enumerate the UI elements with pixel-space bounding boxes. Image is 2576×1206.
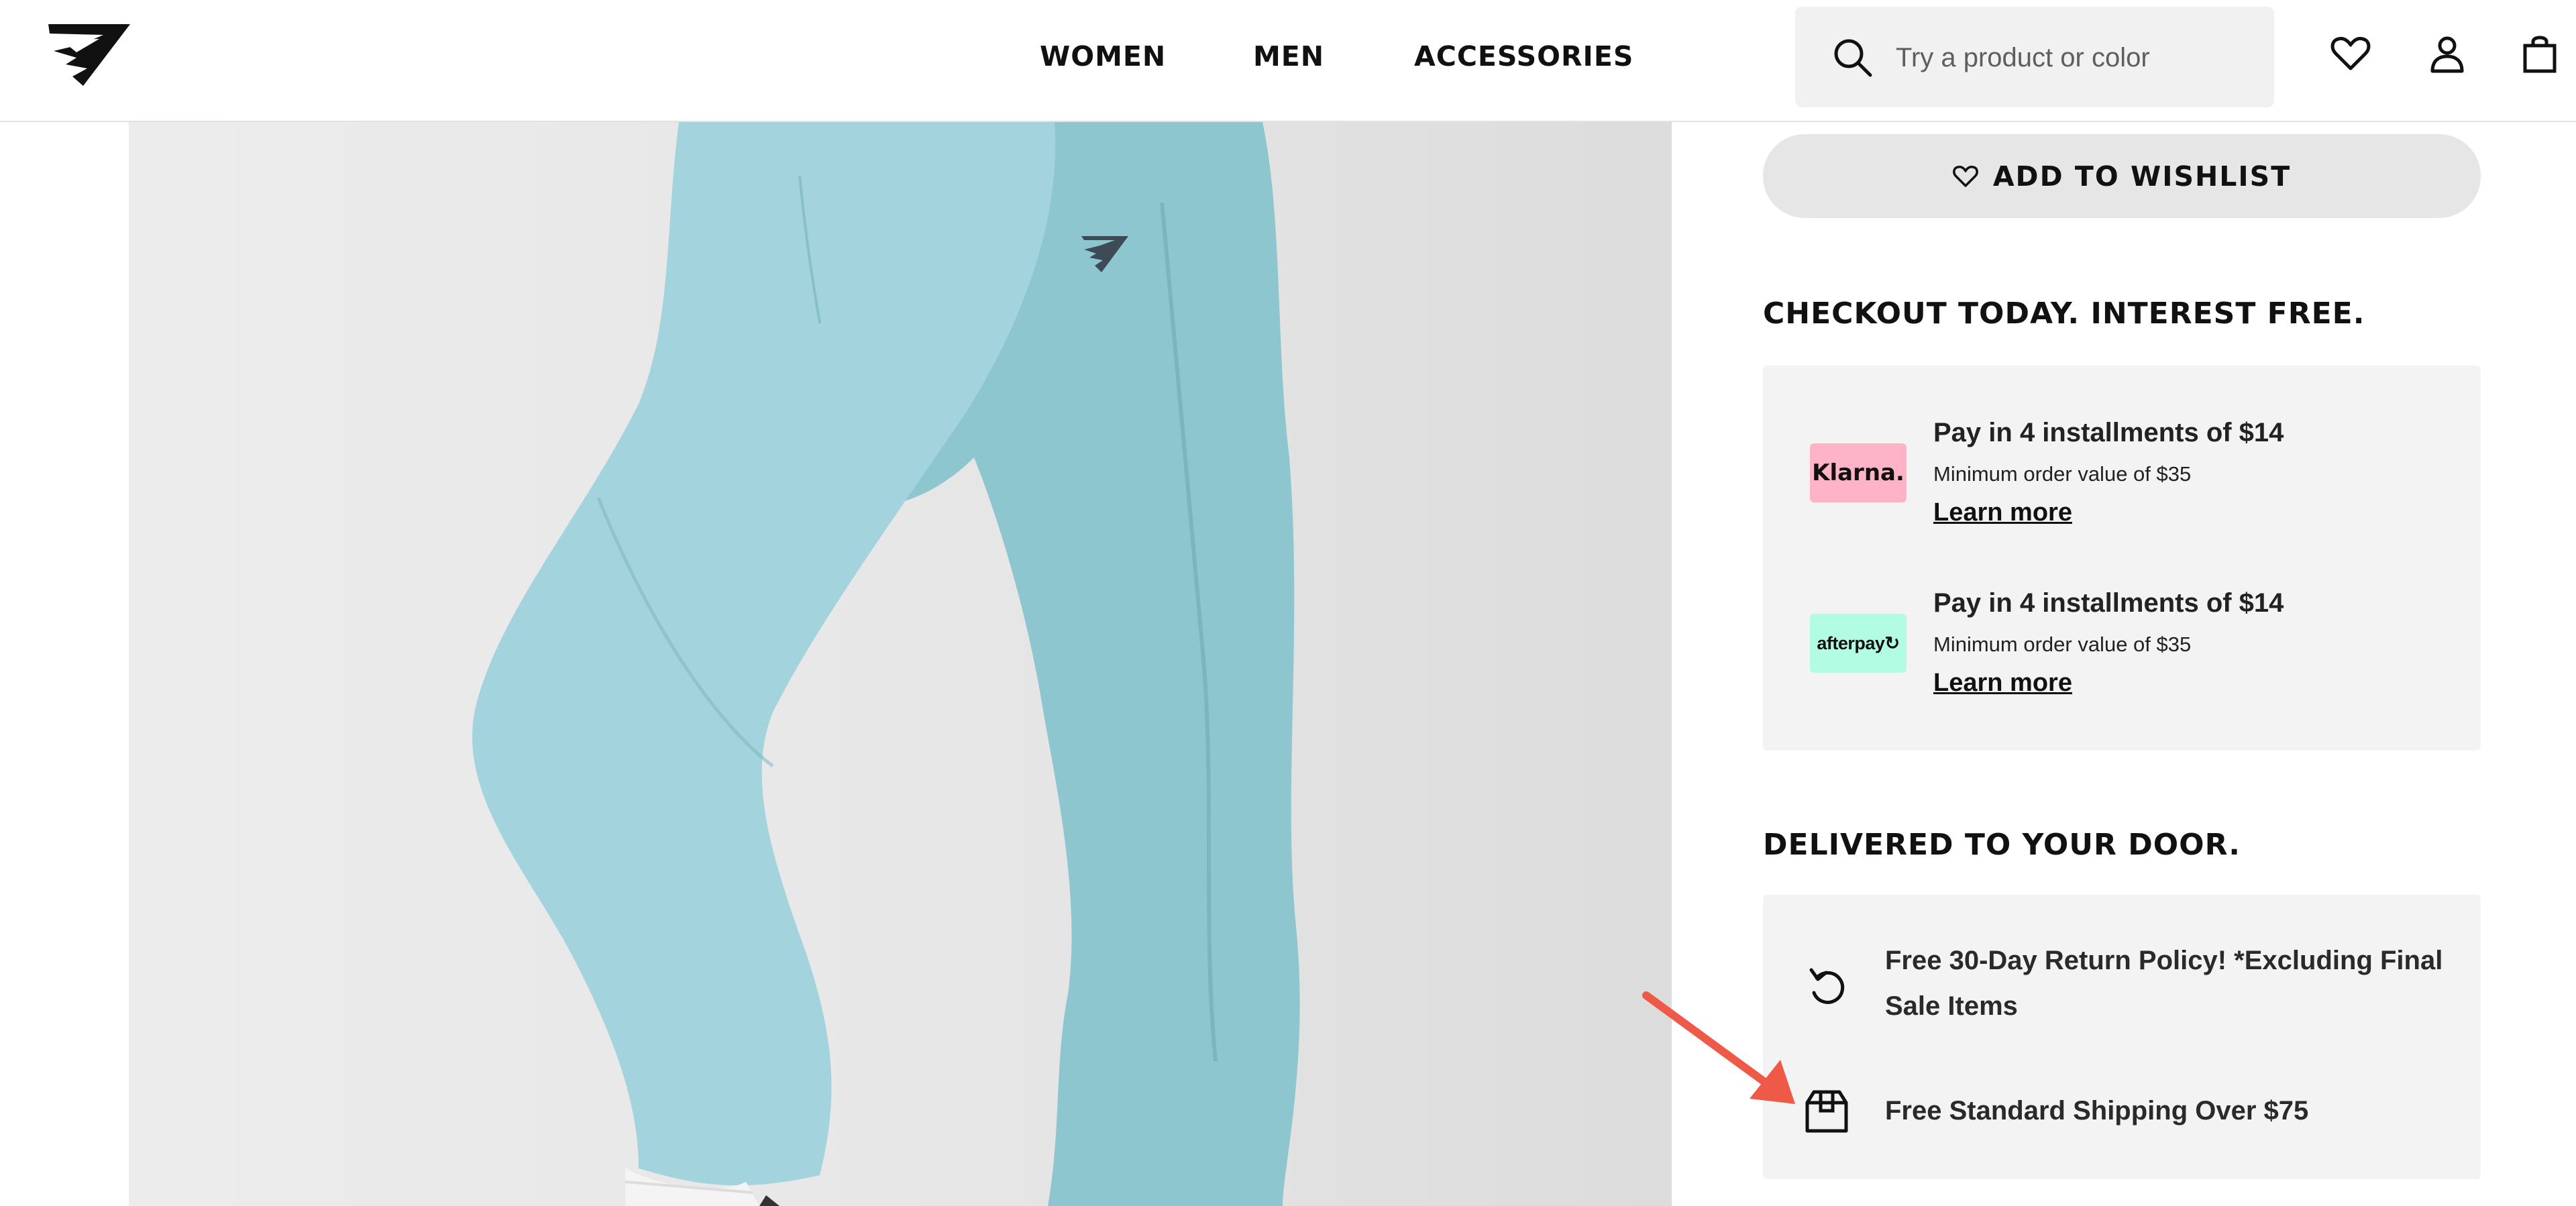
payment-minimum: Minimum order value of $35: [1933, 633, 2192, 656]
return-policy-text: Free 30-Day Return Policy! *Excluding Fi…: [1885, 946, 2443, 1021]
payment-title: Pay in 4 installments of $14: [1933, 588, 2284, 618]
afterpay-logo: afterpay ↻: [1810, 614, 1907, 673]
site-header: WOMEN MEN ACCESSORIES: [0, 0, 2576, 122]
search-box[interactable]: [1795, 7, 2274, 107]
payment-option-klarna: Klarna. Pay in 4 installments of $14 Min…: [1763, 406, 2481, 533]
heart-icon[interactable]: [2330, 34, 2371, 74]
joggers-photo: [472, 122, 1300, 1206]
wishlist-label: ADD TO WISHLIST: [1992, 160, 2292, 193]
payment-title: Pay in 4 installments of $14: [1933, 418, 2284, 447]
payment-minimum: Minimum order value of $35: [1933, 462, 2192, 486]
nav-accessories[interactable]: ACCESSORIES: [1414, 40, 1633, 72]
checkout-title: CHECKOUT TODAY. INTEREST FREE.: [1763, 296, 2365, 331]
heart-icon: [1952, 165, 1978, 187]
search-input[interactable]: [1894, 40, 2246, 75]
delivery-title: DELIVERED TO YOUR DOOR.: [1763, 828, 2241, 862]
delivery-panel: Free 30-Day Return Policy! *Excluding Fi…: [1763, 895, 2481, 1179]
product-image[interactable]: [129, 122, 1672, 1206]
add-to-wishlist-button[interactable]: ADD TO WISHLIST: [1763, 134, 2481, 218]
nav-women[interactable]: WOMEN: [1040, 40, 1166, 72]
nav-men[interactable]: MEN: [1253, 40, 1324, 72]
shipping-text: Free Standard Shipping Over $75: [1885, 1096, 2309, 1126]
payment-options-panel: Klarna. Pay in 4 installments of $14 Min…: [1763, 366, 2481, 751]
learn-more-link[interactable]: Learn more: [1933, 498, 2072, 527]
klarna-logo: Klarna.: [1810, 443, 1907, 502]
search-icon[interactable]: [1831, 36, 1873, 78]
user-icon[interactable]: [2427, 34, 2467, 74]
payment-option-afterpay: afterpay ↻ Pay in 4 installments of $14 M…: [1763, 576, 2481, 704]
annotation-arrow: [1642, 991, 1795, 1104]
learn-more-link[interactable]: Learn more: [1933, 669, 2072, 698]
bag-icon[interactable]: [2520, 34, 2560, 74]
